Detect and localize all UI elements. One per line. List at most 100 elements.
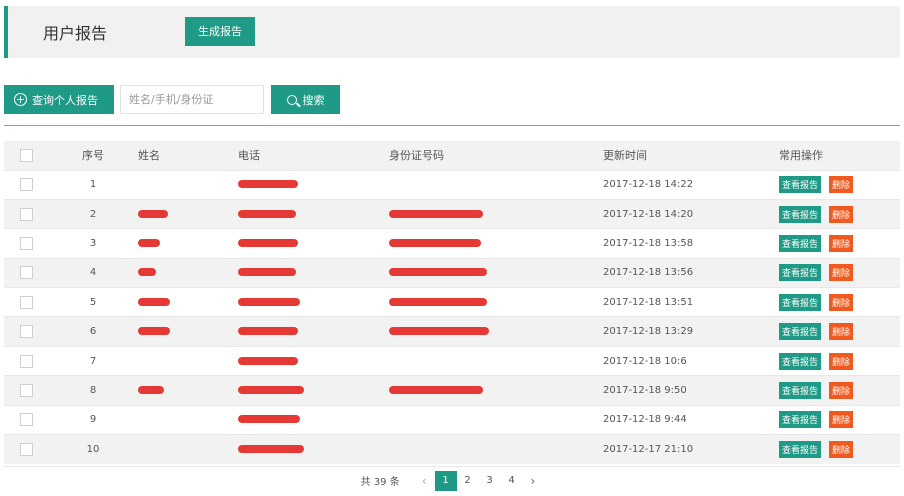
row-update-time: 2017-12-18 13:58: [603, 228, 779, 259]
row-checkbox[interactable]: [19, 413, 33, 427]
page-2-button[interactable]: 2: [457, 471, 479, 491]
row-phone: [238, 169, 389, 200]
row-index: 9: [48, 404, 138, 435]
row-checkbox[interactable]: [19, 266, 33, 280]
row-checkbox[interactable]: [19, 207, 33, 221]
redacted-id-number: [389, 238, 481, 247]
row-name: [138, 228, 238, 259]
delete-button[interactable]: 删除: [829, 381, 854, 399]
redacted-name: [138, 238, 160, 247]
row-phone: [238, 375, 389, 406]
row-name: [138, 316, 238, 347]
redacted-phone: [238, 238, 298, 247]
row-checkbox[interactable]: [19, 442, 33, 456]
row-checkbox[interactable]: [19, 383, 33, 397]
view-report-button[interactable]: 查看报告: [779, 264, 822, 282]
row-name: [138, 345, 238, 376]
redacted-name: [138, 297, 170, 306]
row-actions: 查看报告 删除: [779, 287, 900, 317]
row-name: [138, 375, 238, 406]
row-actions: 查看报告 删除: [779, 228, 900, 259]
row-select-cell: [4, 169, 48, 200]
row-phone: [238, 228, 389, 259]
delete-button[interactable]: 删除: [829, 440, 854, 458]
page-3-button[interactable]: 3: [479, 471, 501, 491]
view-report-button[interactable]: 查看报告: [779, 176, 822, 194]
row-select-cell: [4, 404, 48, 435]
view-report-button[interactable]: 查看报告: [779, 205, 822, 223]
plus-circle-icon: +: [14, 93, 27, 106]
view-report-button[interactable]: 查看报告: [779, 381, 822, 399]
delete-button[interactable]: 删除: [829, 264, 854, 282]
table-row: 5 2017-12-18 13:51 查看报告 删除: [4, 287, 900, 317]
row-name: [138, 169, 238, 200]
generate-report-button[interactable]: 生成报告: [185, 17, 255, 46]
row-checkbox[interactable]: [19, 295, 33, 309]
pagination: 共 39 条 ‹ 1 2 3 4 ›: [4, 466, 900, 494]
row-index: 2: [48, 198, 138, 229]
row-phone: [238, 434, 389, 464]
delete-button[interactable]: 删除: [829, 411, 854, 429]
chevron-right-icon[interactable]: ›: [531, 474, 536, 488]
row-id-number: [389, 228, 603, 259]
table-row: 9 2017-12-18 9:44 查看报告 删除: [4, 404, 900, 435]
select-all-checkbox[interactable]: [19, 149, 33, 162]
view-report-button[interactable]: 查看报告: [779, 411, 822, 429]
view-report-button[interactable]: 查看报告: [779, 440, 822, 458]
row-checkbox[interactable]: [19, 354, 33, 368]
row-name: [138, 404, 238, 435]
col-header-name: 姓名: [138, 141, 238, 170]
redacted-phone: [238, 415, 300, 424]
row-phone: [238, 198, 389, 229]
redacted-phone: [238, 268, 296, 277]
row-select-cell: [4, 228, 48, 259]
view-report-button[interactable]: 查看报告: [779, 293, 822, 311]
row-phone: [238, 316, 389, 347]
row-index: 5: [48, 287, 138, 317]
col-header-id-number: 身份证号码: [389, 141, 603, 170]
redacted-id-number: [389, 268, 487, 277]
query-report-label: 查询个人报告: [32, 93, 98, 107]
view-report-button[interactable]: 查看报告: [779, 234, 822, 252]
search-button[interactable]: 搜索: [271, 85, 340, 114]
row-id-number: [389, 287, 603, 317]
row-checkbox[interactable]: [19, 325, 33, 339]
row-index: 3: [48, 228, 138, 259]
row-checkbox[interactable]: [19, 236, 33, 250]
delete-button[interactable]: 删除: [829, 176, 854, 194]
delete-button[interactable]: 删除: [829, 352, 854, 370]
col-header-index: 序号: [48, 141, 138, 170]
delete-button[interactable]: 删除: [829, 323, 854, 341]
search-input[interactable]: [120, 85, 264, 114]
row-select-cell: [4, 316, 48, 347]
view-report-button[interactable]: 查看报告: [779, 323, 822, 341]
row-id-number: [389, 345, 603, 376]
table-row: 6 2017-12-18 13:29 查看报告 删除: [4, 316, 900, 347]
page-1-button[interactable]: 1: [434, 470, 457, 491]
page-header: 用户报告 生成报告: [4, 6, 900, 58]
row-index: 4: [48, 257, 138, 288]
col-header-update-time: 更新时间: [603, 141, 779, 170]
row-update-time: 2017-12-18 13:29: [603, 316, 779, 347]
view-report-button[interactable]: 查看报告: [779, 352, 822, 370]
redacted-id-number: [389, 297, 487, 306]
redacted-phone: [238, 385, 304, 394]
row-checkbox[interactable]: [19, 178, 33, 192]
delete-button[interactable]: 删除: [829, 293, 854, 311]
redacted-phone: [238, 209, 296, 218]
select-all-cell: [4, 141, 48, 170]
report-table: 序号 姓名 电话 身份证号码 更新时间 常用操作 1 2017-12-18 14:…: [4, 141, 900, 464]
row-name: [138, 257, 238, 288]
page-4-button[interactable]: 4: [501, 471, 523, 491]
row-id-number: [389, 198, 603, 229]
table-row: 8 2017-12-18 9:50 查看报告 删除: [4, 375, 900, 406]
row-select-cell: [4, 198, 48, 229]
redacted-phone: [238, 327, 298, 336]
delete-button[interactable]: 删除: [829, 234, 854, 252]
row-actions: 查看报告 删除: [779, 375, 900, 406]
row-update-time: 2017-12-18 14:22: [603, 169, 779, 200]
delete-button[interactable]: 删除: [829, 205, 854, 223]
chevron-left-icon[interactable]: ‹: [422, 474, 427, 488]
row-id-number: [389, 169, 603, 200]
query-report-button[interactable]: + 查询个人报告: [4, 85, 114, 114]
